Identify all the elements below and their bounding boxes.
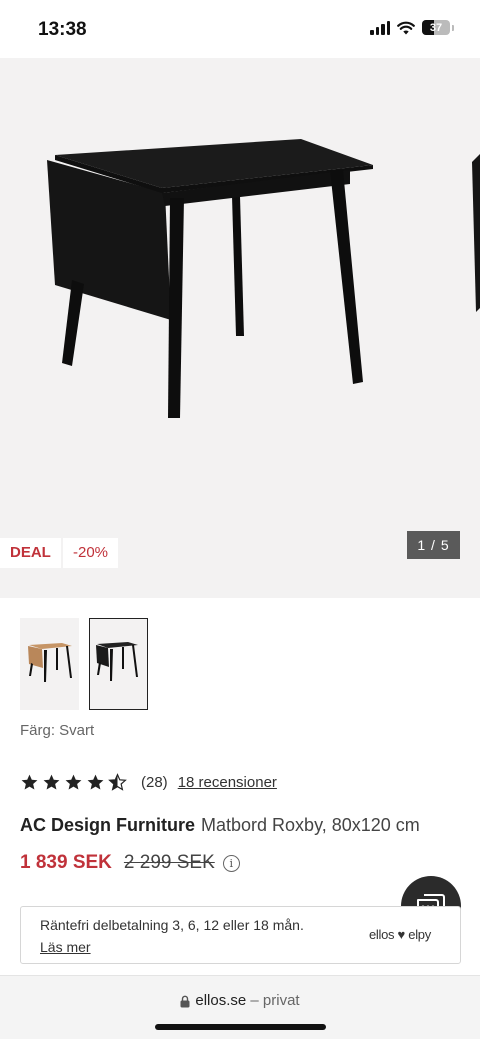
product-image-table-black (47, 139, 480, 418)
browser-address-bar[interactable]: ellos.se – privat (0, 975, 480, 1039)
deal-badge: DEAL (0, 538, 61, 568)
rating-count: (28) (141, 774, 168, 791)
status-icons: 37 (370, 20, 454, 35)
home-indicator[interactable] (155, 1024, 326, 1030)
price-row: 1 839 SEK 2 299 SEK i (20, 852, 240, 874)
read-more-link[interactable]: Läs mer (40, 939, 91, 955)
battery-icon: 37 (422, 20, 450, 35)
wifi-icon (397, 21, 415, 34)
selected-color: Färg: Svart (20, 722, 95, 739)
installment-box: Räntefri delbetalning 3, 6, 12 eller 18 … (20, 906, 461, 964)
star-full-icon (65, 774, 82, 790)
product-image-gallery[interactable]: DEAL -20% 1 / 5 (0, 58, 480, 598)
battery-tip (452, 24, 454, 31)
color-thumbnails (20, 618, 148, 710)
original-price: 2 299 SEK (123, 852, 215, 873)
status-time: 13:38 (38, 19, 87, 40)
battery-level: 37 (429, 21, 443, 34)
table-black-thumb-image (96, 642, 138, 681)
brand-name[interactable]: AC Design Furniture (20, 815, 195, 835)
star-full-icon (43, 774, 60, 790)
product-title: AC Design Furniture Matbord Roxby, 80x120… (20, 815, 420, 836)
url-display[interactable]: ellos.se – privat (0, 992, 480, 1009)
discount-badge: -20% (63, 538, 119, 568)
signal-icon (370, 20, 390, 35)
status-bar: 13:38 37 (0, 0, 480, 58)
lock-icon (180, 995, 190, 1008)
current-price: 1 839 SEK (20, 852, 112, 873)
image-counter: 1 / 5 (407, 531, 460, 559)
table-natural-thumb-image (28, 643, 72, 682)
private-mode-label: – privat (250, 992, 300, 1009)
rating-row: (28) 18 recensioner (20, 773, 277, 792)
star-full-icon (21, 774, 38, 790)
thumbnail-natural[interactable] (20, 618, 79, 710)
product-name: Matbord Roxby, 80x120 cm (201, 815, 420, 835)
installment-text: Räntefri delbetalning 3, 6, 12 eller 18 … (40, 917, 304, 933)
star-full-icon (87, 774, 104, 790)
rating-stars (20, 773, 127, 792)
ellos-elpy-logo: ellos ♥ elpy (369, 927, 431, 942)
info-icon[interactable]: i (222, 854, 240, 872)
star-half-icon (108, 773, 127, 791)
thumbnail-black[interactable] (89, 618, 148, 710)
reviews-link[interactable]: 18 recensioner (178, 774, 277, 791)
url-text: ellos.se (195, 992, 247, 1009)
